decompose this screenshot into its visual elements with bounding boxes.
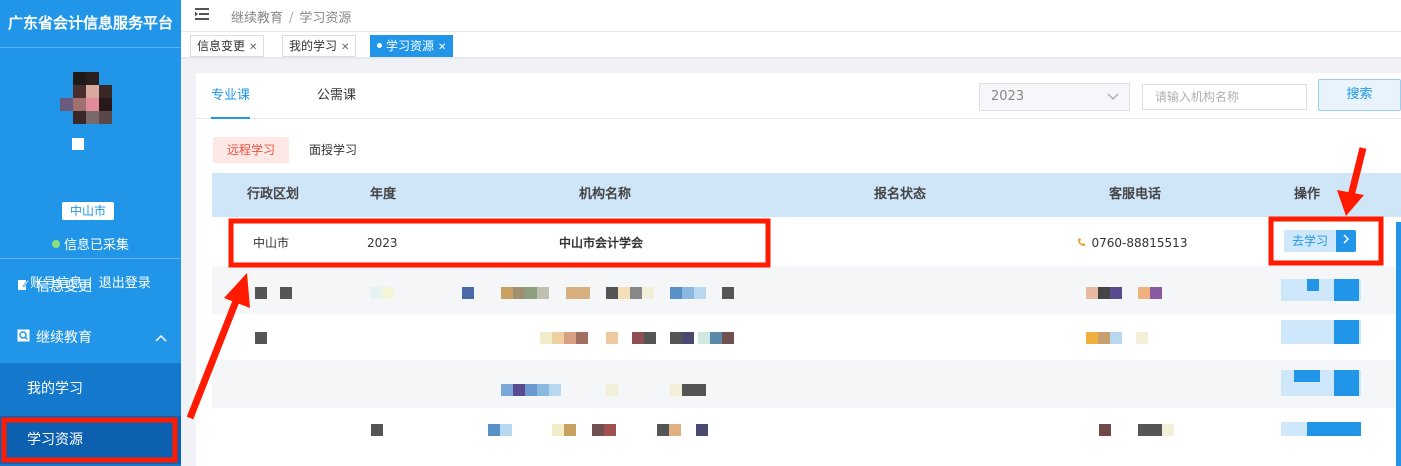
brand-title: 广东省会计信息服务平台 bbox=[0, 0, 181, 48]
close-icon[interactable]: ✕ bbox=[249, 42, 257, 53]
table-row-redacted bbox=[212, 360, 1401, 408]
page-tabs: 信息变更 ✕ 我的学习 ✕ 学习资源 ✕ bbox=[181, 32, 1401, 59]
breadcrumb-separator: / bbox=[289, 11, 294, 26]
username-placeholder bbox=[72, 138, 84, 150]
column-header-status: 报名状态 bbox=[874, 187, 927, 202]
sidebar-item-label: 信息变更 bbox=[36, 279, 92, 295]
cell-region: 中山市 bbox=[253, 236, 290, 250]
breadcrumb-item: 学习资源 bbox=[299, 11, 352, 26]
column-header-org: 机构名称 bbox=[579, 187, 632, 202]
sidebar-subitem-my-learning[interactable]: 我的学习 bbox=[0, 365, 181, 413]
table-row-redacted bbox=[212, 408, 1401, 456]
table-row-redacted bbox=[212, 317, 1401, 365]
tab-public-course[interactable]: 公需课 bbox=[317, 73, 356, 119]
status-text: 信息已采集 bbox=[63, 238, 129, 253]
tab-my-learning[interactable]: 我的学习 ✕ bbox=[282, 35, 357, 57]
go-study-button[interactable]: 去学习 bbox=[1284, 230, 1357, 252]
chevron-up-icon[interactable] bbox=[155, 313, 167, 363]
table-row: 中山市 2023 中山市会计学会 0760-88815513 去学习 bbox=[212, 219, 1401, 267]
year-value: 2023 bbox=[991, 89, 1025, 104]
cell-org-name: 中山市会计学会 bbox=[559, 236, 644, 250]
sidebar-item-continuing-education[interactable]: 继续教育 bbox=[0, 313, 181, 363]
breadcrumb-item[interactable]: 继续教育 bbox=[231, 11, 283, 26]
tab-remote-learning[interactable]: 远程学习 bbox=[213, 137, 290, 163]
tab-face-to-face-learning[interactable]: 面授学习 bbox=[309, 137, 357, 163]
cell-year: 2023 bbox=[367, 236, 398, 250]
scrollbar[interactable] bbox=[1396, 222, 1401, 466]
tab-info-change[interactable]: 信息变更 ✕ bbox=[190, 35, 265, 57]
breadcrumb: 继续教育 / 学习资源 bbox=[231, 7, 351, 26]
info-status: 信息已采集 bbox=[0, 234, 181, 253]
chevron-down-icon bbox=[1107, 84, 1119, 120]
avatar bbox=[60, 72, 112, 124]
table-row-redacted bbox=[212, 266, 1401, 314]
close-icon[interactable]: ✕ bbox=[341, 42, 349, 53]
org-search-input[interactable] bbox=[1142, 84, 1307, 110]
search-button[interactable]: 搜索 bbox=[1318, 79, 1401, 111]
column-header-action: 操作 bbox=[1294, 187, 1321, 202]
search-icon bbox=[16, 313, 30, 363]
table-header: 行政区划 年度 机构名称 报名状态 客服电话 操作 bbox=[212, 173, 1401, 217]
tab-professional-course[interactable]: 专业课 bbox=[211, 73, 251, 119]
user-profile: 中山市 信息已采集 账号信息 | 退出登录 bbox=[0, 48, 181, 291]
top-bar: 继续教育 / 学习资源 bbox=[181, 0, 1401, 32]
menu-divider bbox=[0, 258, 181, 259]
tab-label: 信息变更 bbox=[197, 39, 246, 53]
sidebar-subitem-learning-resources[interactable]: 学习资源 bbox=[0, 416, 181, 464]
status-dot-icon bbox=[51, 240, 60, 248]
phone-icon bbox=[1077, 237, 1090, 250]
go-study-label: 去学习 bbox=[1284, 230, 1337, 252]
sidebar-item-label: 继续教育 bbox=[36, 330, 92, 346]
menu-toggle-icon[interactable] bbox=[195, 6, 209, 24]
column-header-region: 行政区划 bbox=[247, 187, 300, 202]
submenu: 我的学习 学习资源 bbox=[0, 363, 181, 466]
column-header-year: 年度 bbox=[370, 187, 397, 202]
column-header-phone: 客服电话 bbox=[1109, 187, 1162, 202]
sidebar: 广东省会计信息服务平台 中山市 信息已采集 账号信息 | 退出登录 信息变更 继续教… bbox=[0, 0, 181, 466]
main-content: 专业课 公需课 2023 搜索 远程学习 面授学习 行政区划 年度 机构名称 报… bbox=[196, 73, 1401, 466]
active-dot-icon bbox=[377, 43, 382, 48]
close-icon[interactable]: ✕ bbox=[438, 42, 446, 53]
tab-label: 学习资源 bbox=[386, 39, 435, 53]
phone-number: 0760-88815513 bbox=[1091, 236, 1188, 250]
cell-phone: 0760-88815513 bbox=[1077, 219, 1187, 268]
year-select[interactable]: 2023 bbox=[979, 83, 1130, 111]
tab-learning-resources[interactable]: 学习资源 ✕ bbox=[370, 35, 454, 57]
course-type-tabs: 专业课 公需课 2023 搜索 bbox=[196, 73, 1401, 119]
tab-label: 我的学习 bbox=[289, 39, 338, 53]
sidebar-item-info-change[interactable]: 信息变更 bbox=[0, 262, 181, 312]
chevron-right-icon bbox=[1336, 230, 1357, 252]
city-badge: 中山市 bbox=[62, 202, 115, 220]
edit-icon bbox=[16, 262, 30, 312]
